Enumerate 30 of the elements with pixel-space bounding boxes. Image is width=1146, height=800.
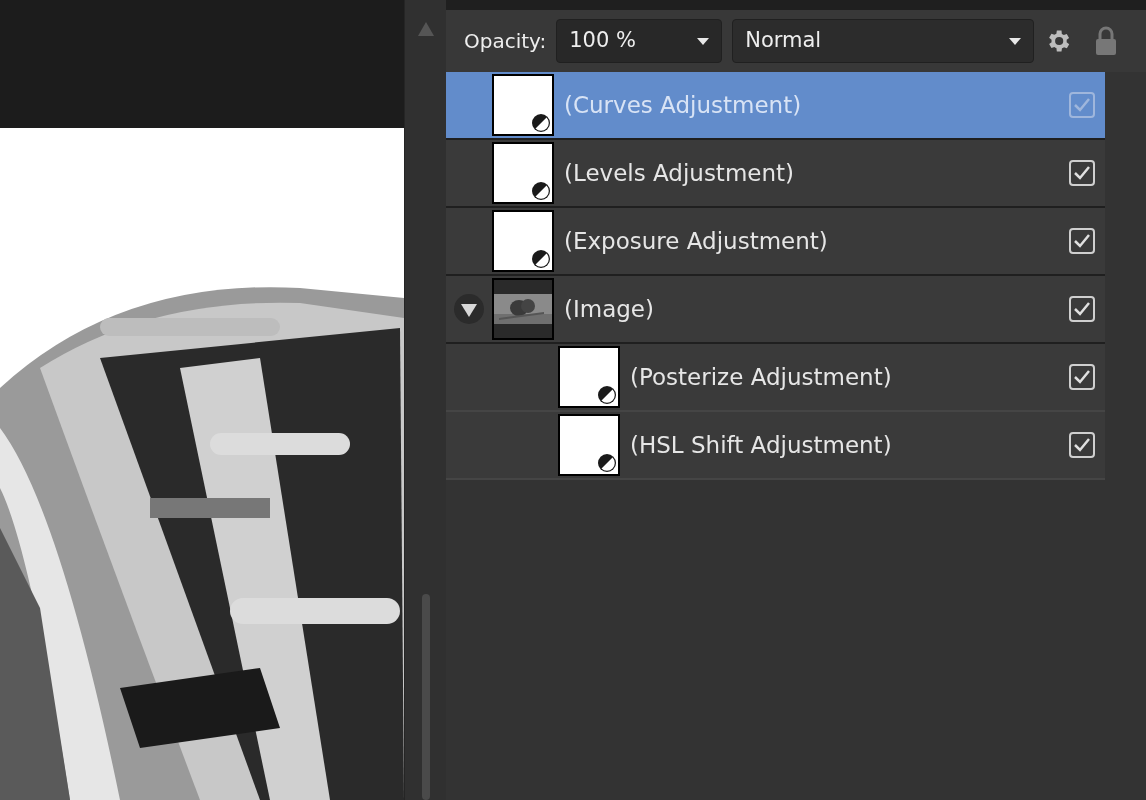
visibility-checkbox[interactable] — [1069, 296, 1095, 322]
scrollbar-thumb[interactable] — [421, 594, 430, 800]
layer-name: (Levels Adjustment) — [564, 158, 795, 188]
layer-name: (Image) — [564, 294, 655, 324]
caret-icon — [1009, 37, 1022, 45]
expander-icon[interactable] — [454, 294, 484, 324]
opacity-label: Opacity: — [464, 28, 547, 55]
blend-mode-dropdown[interactable]: Normal — [732, 19, 1035, 63]
visibility-checkbox[interactable] — [1069, 364, 1095, 390]
adjustment-icon — [597, 385, 617, 405]
adjustment-icon — [531, 181, 551, 201]
adjustment-icon — [531, 113, 551, 133]
opacity-dropdown[interactable]: 100 % — [556, 19, 723, 63]
layer-name: (Exposure Adjustment) — [564, 226, 829, 256]
layer-row[interactable]: (HSL Shift Adjustment) — [446, 412, 1105, 480]
layer-name: (HSL Shift Adjustment) — [630, 430, 893, 460]
adjustment-icon — [597, 453, 617, 473]
caret-icon — [697, 37, 710, 45]
adjustment-icon — [531, 249, 551, 269]
visibility-checkbox[interactable] — [1069, 432, 1095, 458]
lock-icon[interactable] — [1094, 26, 1119, 56]
visibility-checkbox[interactable] — [1069, 228, 1095, 254]
layer-row[interactable]: (Levels Adjustment) — [446, 140, 1105, 208]
visibility-checkbox[interactable] — [1069, 92, 1095, 118]
layer-row[interactable]: (Posterize Adjustment) — [446, 344, 1105, 412]
visibility-checkbox[interactable] — [1069, 160, 1095, 186]
layer-name: (Curves Adjustment) — [564, 90, 803, 120]
layer-name: (Posterize Adjustment) — [630, 362, 893, 392]
layer-row[interactable]: (Image) — [446, 276, 1105, 344]
layer-row[interactable]: (Exposure Adjustment) — [446, 208, 1105, 276]
